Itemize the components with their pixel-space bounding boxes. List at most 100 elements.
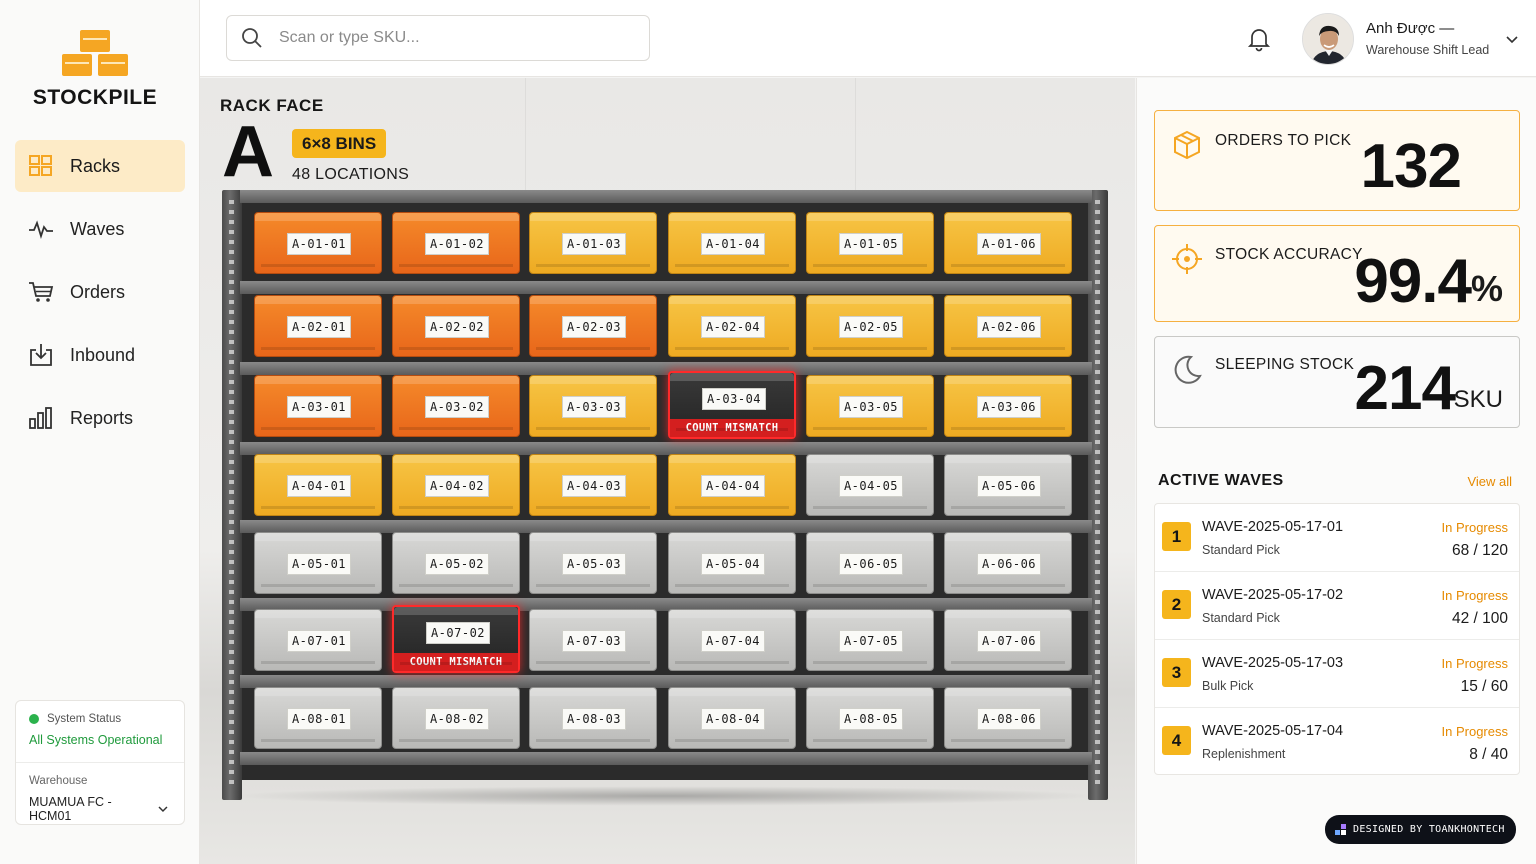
warehouse-selector[interactable]: Warehouse MUAMUA FC - HCM01 xyxy=(16,763,184,823)
bin[interactable]: A-07-03 xyxy=(529,609,657,671)
bin[interactable]: A-03-01 xyxy=(254,375,382,437)
bin-code: A-01-04 xyxy=(701,233,765,255)
bin-code: A-02-04 xyxy=(701,316,765,338)
system-status: System Status All Systems Operational xyxy=(16,701,184,763)
bin[interactable]: A-04-01 xyxy=(254,454,382,516)
bin-code: A-07-05 xyxy=(839,630,903,652)
wave-row[interactable]: 3 WAVE-2025-05-17-03 Bulk Pick In Progress 1… xyxy=(1155,640,1519,708)
bin[interactable]: A-03-02 xyxy=(392,375,520,437)
wave-id: WAVE-2025-05-17-01 xyxy=(1202,519,1344,535)
bin[interactable]: A-03-03 xyxy=(529,375,657,437)
bin[interactable]: A-03-06 xyxy=(944,375,1072,437)
bin[interactable]: A-01-04 xyxy=(668,212,796,274)
main-nav: Racks Waves Orders Inbound Reports xyxy=(15,140,185,455)
kpi-value: 214 xyxy=(1354,354,1456,423)
bell-icon[interactable] xyxy=(1246,26,1272,52)
bin[interactable]: A-02-03 xyxy=(529,295,657,357)
bin-code: A-06-05 xyxy=(839,553,903,575)
bin[interactable]: A-07-04 xyxy=(668,609,796,671)
bin[interactable]: A-05-01 xyxy=(254,532,382,594)
bin[interactable]: A-08-04 xyxy=(668,687,796,749)
bin[interactable]: A-05-06 xyxy=(944,454,1072,516)
bin[interactable]: A-07-01 xyxy=(254,609,382,671)
bin-code: A-03-04 xyxy=(702,388,766,410)
system-status-label: System Status xyxy=(47,713,122,725)
wave-progress: 8 / 40 xyxy=(1469,746,1508,763)
logo[interactable]: STOCKPILE xyxy=(30,30,160,110)
wave-status: In Progress xyxy=(1441,724,1508,739)
search-input[interactable] xyxy=(279,29,619,47)
bin[interactable]: A-03-05 xyxy=(806,375,934,437)
kpi-orders-to-pick[interactable]: ORDERS TO PICK 132 xyxy=(1154,110,1520,211)
wave-row[interactable]: 2 WAVE-2025-05-17-02 Standard Pick In Progr… xyxy=(1155,572,1519,640)
bin[interactable]: A-08-03 xyxy=(529,687,657,749)
wave-row[interactable]: 4 WAVE-2025-05-17-04 Replenishment In Progr… xyxy=(1155,708,1519,776)
bin[interactable]: A-05-03 xyxy=(529,532,657,594)
bin[interactable]: A-07-05 xyxy=(806,609,934,671)
kpi-label: ORDERS TO PICK xyxy=(1215,132,1352,149)
wave-progress: 68 / 120 xyxy=(1451,542,1508,559)
wave-number-badge: 4 xyxy=(1162,726,1191,755)
bin[interactable]: A-07-06 xyxy=(944,609,1072,671)
bin[interactable]: A-05-02 xyxy=(392,532,520,594)
search-box[interactable] xyxy=(226,15,650,61)
bin-count-mismatch[interactable]: A-03-04 COUNT MISMATCH xyxy=(668,371,796,439)
chevron-down-icon[interactable] xyxy=(1504,31,1520,47)
avatar[interactable] xyxy=(1302,13,1354,65)
nav-item-waves[interactable]: Waves xyxy=(15,203,185,255)
bin[interactable]: A-04-05 xyxy=(806,454,934,516)
bin[interactable]: A-01-06 xyxy=(944,212,1072,274)
bin[interactable]: A-02-02 xyxy=(392,295,520,357)
bin[interactable]: A-02-05 xyxy=(806,295,934,357)
warehouse-value: MUAMUA FC - HCM01 xyxy=(29,795,112,823)
nav-item-racks[interactable]: Racks xyxy=(15,140,185,192)
active-waves-title: ACTIVE WAVES xyxy=(1158,472,1284,489)
kpi-sleeping-stock[interactable]: SLEEPING STOCK 214 SKU xyxy=(1154,336,1520,428)
bin[interactable]: A-02-06 xyxy=(944,295,1072,357)
bin-code: A-07-04 xyxy=(701,630,765,652)
wave-row[interactable]: 1 WAVE-2025-05-17-01 Standard Pick In Progr… xyxy=(1155,504,1519,572)
bin-code: A-02-05 xyxy=(839,316,903,338)
bin-code: A-08-06 xyxy=(977,708,1041,730)
bin[interactable]: A-08-05 xyxy=(806,687,934,749)
activity-icon xyxy=(29,220,53,239)
bin-code: A-03-01 xyxy=(287,396,351,418)
bin-count-mismatch[interactable]: A-07-02 COUNT MISMATCH xyxy=(392,605,520,673)
bin-code: A-07-02 xyxy=(426,622,490,644)
bin[interactable]: A-02-04 xyxy=(668,295,796,357)
right-panel: ORDERS TO PICK 132 STOCK ACCURACY 99.4 %… xyxy=(1136,78,1536,864)
wave-type: Replenishment xyxy=(1202,747,1286,761)
bin[interactable]: A-04-02 xyxy=(392,454,520,516)
bin-code: A-05-03 xyxy=(562,553,626,575)
bin-code: A-03-05 xyxy=(839,396,903,418)
bin-code: A-08-03 xyxy=(562,708,626,730)
bin[interactable]: A-01-05 xyxy=(806,212,934,274)
bin-code: A-05-06 xyxy=(977,475,1041,497)
bin[interactable]: A-06-05 xyxy=(806,532,934,594)
bin[interactable]: A-08-06 xyxy=(944,687,1072,749)
bin-code: A-02-06 xyxy=(977,316,1041,338)
status-card: System Status All Systems Operational Wa… xyxy=(15,700,185,825)
credit-text: DESIGNED BY TOANKHONTECH xyxy=(1353,824,1505,835)
bin[interactable]: A-04-03 xyxy=(529,454,657,516)
kpi-stock-accuracy[interactable]: STOCK ACCURACY 99.4 % xyxy=(1154,225,1520,322)
bin[interactable]: A-01-02 xyxy=(392,212,520,274)
wave-status: In Progress xyxy=(1441,588,1508,603)
bin[interactable]: A-06-06 xyxy=(944,532,1072,594)
nav-item-inbound[interactable]: Inbound xyxy=(15,329,185,381)
bin[interactable]: A-02-01 xyxy=(254,295,382,357)
bin-code: A-03-02 xyxy=(425,396,489,418)
wave-type: Standard Pick xyxy=(1202,611,1280,625)
bin[interactable]: A-08-02 xyxy=(392,687,520,749)
wave-number-badge: 1 xyxy=(1162,522,1191,551)
wave-progress: 15 / 60 xyxy=(1460,678,1508,695)
bin[interactable]: A-01-03 xyxy=(529,212,657,274)
view-all-link[interactable]: View all xyxy=(1467,474,1512,489)
nav-item-orders[interactable]: Orders xyxy=(15,266,185,318)
bin[interactable]: A-04-04 xyxy=(668,454,796,516)
bin[interactable]: A-05-04 xyxy=(668,532,796,594)
bins-badge: 6×8 BINS xyxy=(292,129,387,158)
nav-item-reports[interactable]: Reports xyxy=(15,392,185,444)
bin[interactable]: A-01-01 xyxy=(254,212,382,274)
bin[interactable]: A-08-01 xyxy=(254,687,382,749)
